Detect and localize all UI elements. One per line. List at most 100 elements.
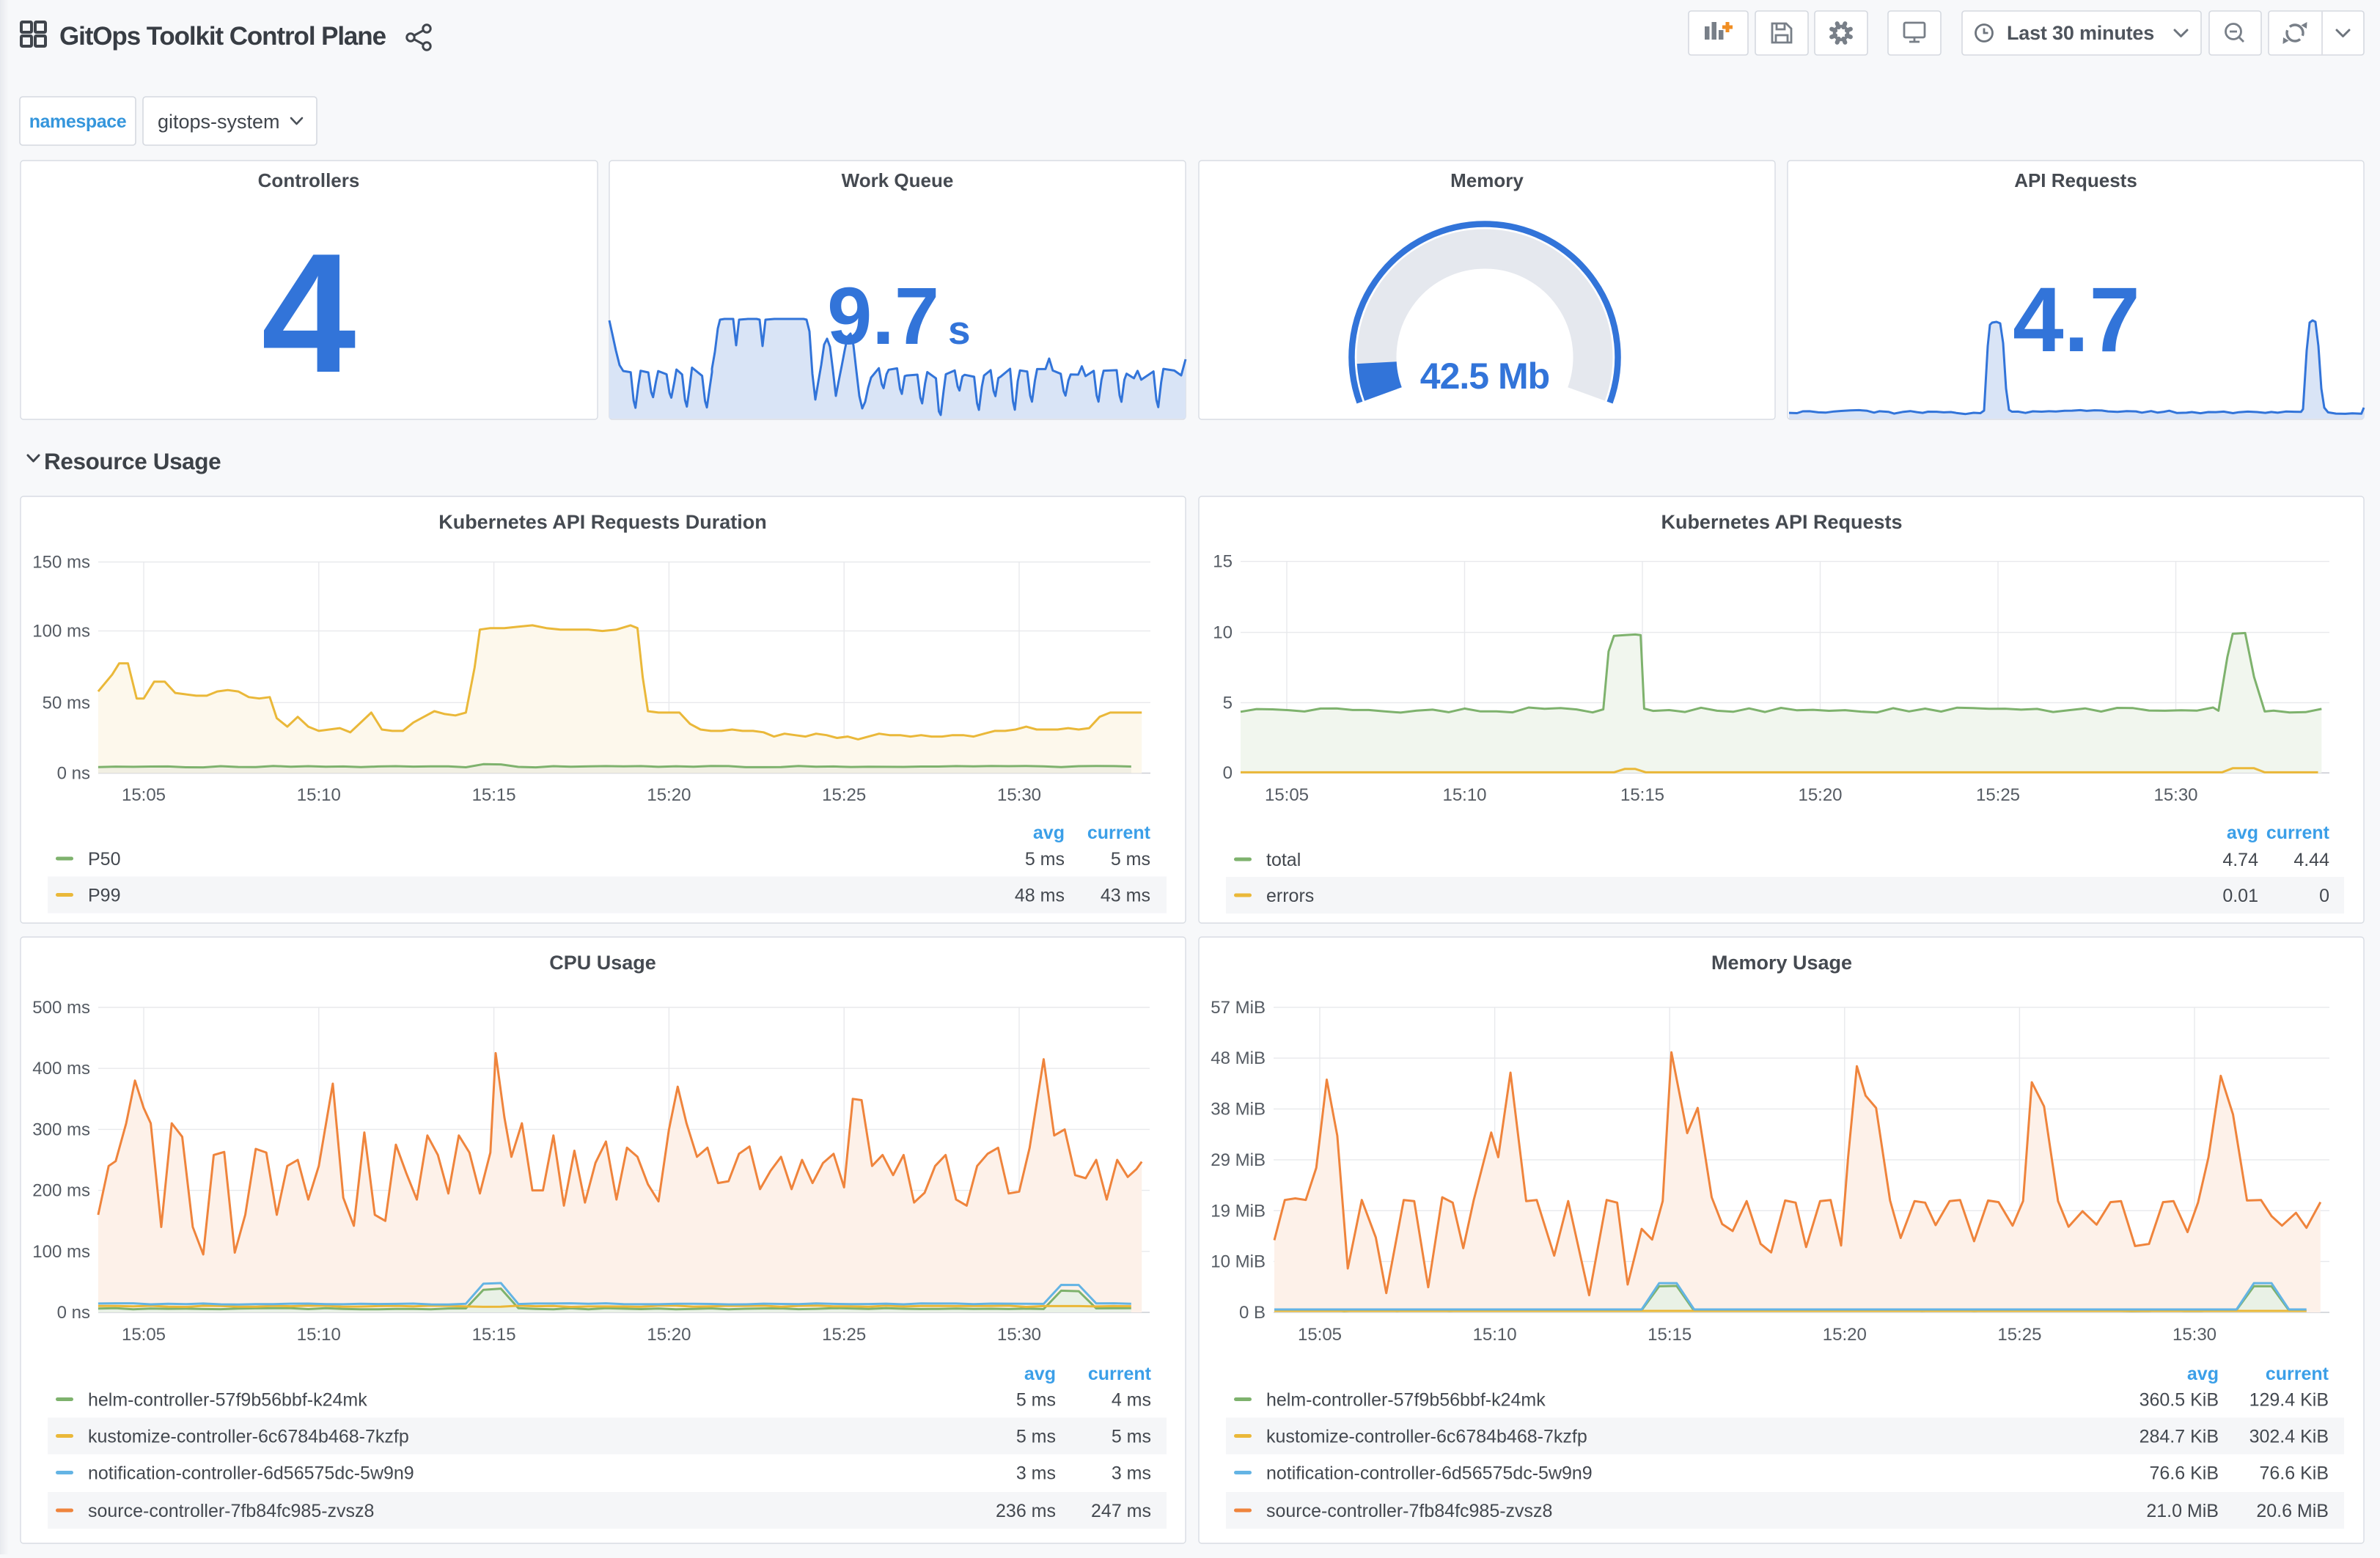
svg-text:source-controller-7fb84fc985-z: source-controller-7fb84fc985-zvsz8 [88, 1501, 374, 1521]
svg-text:0.01: 0.01 [2222, 886, 2258, 906]
svg-text:57 MiB: 57 MiB [1211, 998, 1266, 1018]
svg-text:errors: errors [1266, 886, 1314, 906]
svg-text:5: 5 [1223, 693, 1233, 713]
svg-text:129.4 KiB: 129.4 KiB [2249, 1390, 2329, 1411]
svg-text:15:05: 15:05 [122, 785, 166, 805]
svg-text:API Requests: API Requests [2014, 169, 2137, 191]
svg-text:Memory: Memory [1450, 169, 1524, 191]
svg-text:total: total [1266, 850, 1301, 870]
svg-text:helm-controller-57f9b56bbf-k24: helm-controller-57f9b56bbf-k24mk [1266, 1390, 1546, 1411]
svg-text:current: current [1088, 1364, 1152, 1384]
svg-text:15:15: 15:15 [472, 1325, 516, 1345]
svg-text:15:10: 15:10 [1473, 1325, 1517, 1345]
svg-text:20.6 MiB: 20.6 MiB [2256, 1501, 2329, 1521]
svg-text:300 ms: 300 ms [32, 1120, 90, 1139]
svg-text:15:05: 15:05 [1298, 1325, 1342, 1345]
svg-text:100 ms: 100 ms [32, 622, 90, 642]
svg-text:5 ms: 5 ms [1111, 849, 1150, 870]
svg-text:3 ms: 3 ms [1016, 1463, 1056, 1484]
svg-text:4.7: 4.7 [2013, 269, 2140, 371]
svg-text:avg: avg [1033, 823, 1065, 843]
svg-text:P50: P50 [88, 849, 120, 870]
svg-text:15:20: 15:20 [647, 1325, 691, 1345]
svg-text:current: current [2266, 1364, 2329, 1384]
svg-text:50 ms: 50 ms [43, 693, 90, 713]
svg-text:500 ms: 500 ms [32, 998, 90, 1018]
svg-text:302.4 KiB: 302.4 KiB [2249, 1427, 2329, 1447]
svg-text:5 ms: 5 ms [1016, 1390, 1056, 1411]
svg-text:15:30: 15:30 [997, 785, 1041, 805]
svg-text:15: 15 [1213, 552, 1233, 572]
svg-text:48 ms: 48 ms [1015, 886, 1065, 906]
svg-text:Resource Usage: Resource Usage [44, 448, 221, 474]
svg-text:source-controller-7fb84fc985-z: source-controller-7fb84fc985-zvsz8 [1266, 1501, 1552, 1521]
svg-text:Work Queue: Work Queue [842, 169, 954, 191]
svg-text:10: 10 [1213, 623, 1233, 643]
svg-text:current: current [2266, 823, 2330, 843]
svg-text:notification-controller-6d5657: notification-controller-6d56575dc-5w9n9 [88, 1463, 414, 1484]
svg-text:Last 30 minutes: Last 30 minutes [2007, 22, 2154, 44]
svg-text:15:15: 15:15 [1620, 785, 1664, 805]
svg-text:9.7: 9.7 [827, 271, 939, 361]
svg-text:76.6 KiB: 76.6 KiB [2259, 1463, 2329, 1484]
svg-text:notification-controller-6d5657: notification-controller-6d56575dc-5w9n9 [1266, 1463, 1593, 1484]
svg-text:0: 0 [1223, 763, 1233, 783]
svg-text:150 ms: 150 ms [32, 553, 90, 573]
svg-text:15:10: 15:10 [297, 1325, 341, 1345]
svg-text:38 MiB: 38 MiB [1211, 1100, 1266, 1120]
svg-text:15:25: 15:25 [822, 1325, 866, 1345]
svg-text:15:10: 15:10 [297, 785, 341, 805]
svg-text:76.6 KiB: 76.6 KiB [2149, 1463, 2219, 1484]
svg-text:GitOps Toolkit Control Plane: GitOps Toolkit Control Plane [59, 22, 386, 51]
svg-text:400 ms: 400 ms [32, 1059, 90, 1079]
svg-text:48 MiB: 48 MiB [1211, 1048, 1266, 1068]
svg-text:15:15: 15:15 [1648, 1325, 1692, 1345]
svg-text:15:25: 15:25 [1997, 1325, 2041, 1345]
svg-text:helm-controller-57f9b56bbf-k24: helm-controller-57f9b56bbf-k24mk [88, 1390, 367, 1411]
svg-text:Kubernetes API Requests: Kubernetes API Requests [1661, 511, 1902, 533]
svg-text:0 ns: 0 ns [57, 1303, 90, 1323]
svg-text:kustomize-controller-6c6784b46: kustomize-controller-6c6784b468-7kzfp [88, 1427, 409, 1447]
svg-text:10 MiB: 10 MiB [1211, 1252, 1266, 1272]
svg-text:0 ns: 0 ns [57, 764, 90, 784]
svg-text:15:20: 15:20 [1798, 785, 1842, 805]
svg-text:15:05: 15:05 [1265, 785, 1309, 805]
svg-text:avg: avg [2227, 823, 2258, 843]
svg-text:Memory Usage: Memory Usage [1711, 952, 1852, 974]
svg-text:360.5 KiB: 360.5 KiB [2140, 1390, 2219, 1411]
svg-text:42.5 Mb: 42.5 Mb [1420, 356, 1549, 397]
svg-text:15:25: 15:25 [822, 785, 866, 805]
svg-text:kustomize-controller-6c6784b46: kustomize-controller-6c6784b468-7kzfp [1266, 1427, 1587, 1447]
svg-text:0 B: 0 B [1239, 1303, 1266, 1323]
svg-text:5 ms: 5 ms [1112, 1427, 1151, 1447]
svg-text:236 ms: 236 ms [996, 1501, 1056, 1521]
svg-text:4.44: 4.44 [2293, 850, 2329, 870]
svg-text:4.74: 4.74 [2222, 850, 2258, 870]
svg-text:gitops-system: gitops-system [158, 111, 280, 133]
svg-text:avg: avg [1024, 1364, 1056, 1384]
svg-text:19 MiB: 19 MiB [1211, 1201, 1266, 1221]
svg-text:15:30: 15:30 [2173, 1325, 2216, 1345]
svg-text:15:20: 15:20 [1823, 1325, 1867, 1345]
svg-text:15:15: 15:15 [472, 785, 516, 805]
svg-text:P99: P99 [88, 886, 120, 906]
svg-text:15:20: 15:20 [647, 785, 691, 805]
svg-text:CPU Usage: CPU Usage [549, 952, 656, 974]
svg-text:100 ms: 100 ms [32, 1242, 90, 1262]
svg-text:5 ms: 5 ms [1016, 1427, 1056, 1447]
svg-text:43 ms: 43 ms [1101, 886, 1150, 906]
svg-text:current: current [1087, 823, 1151, 843]
svg-text:0: 0 [2319, 886, 2329, 906]
svg-text:5 ms: 5 ms [1025, 849, 1065, 870]
svg-text:15:30: 15:30 [997, 1325, 1041, 1345]
svg-text:247 ms: 247 ms [1091, 1501, 1151, 1521]
svg-text:avg: avg [2187, 1364, 2219, 1384]
svg-text:284.7 KiB: 284.7 KiB [2140, 1427, 2219, 1447]
svg-text:4 ms: 4 ms [1112, 1390, 1151, 1411]
svg-text:4: 4 [261, 218, 356, 408]
svg-text:29 MiB: 29 MiB [1211, 1150, 1266, 1170]
svg-text:200 ms: 200 ms [32, 1181, 90, 1201]
svg-text:15:30: 15:30 [2153, 785, 2197, 805]
svg-text:3 ms: 3 ms [1112, 1463, 1151, 1484]
svg-text:s: s [948, 307, 971, 353]
